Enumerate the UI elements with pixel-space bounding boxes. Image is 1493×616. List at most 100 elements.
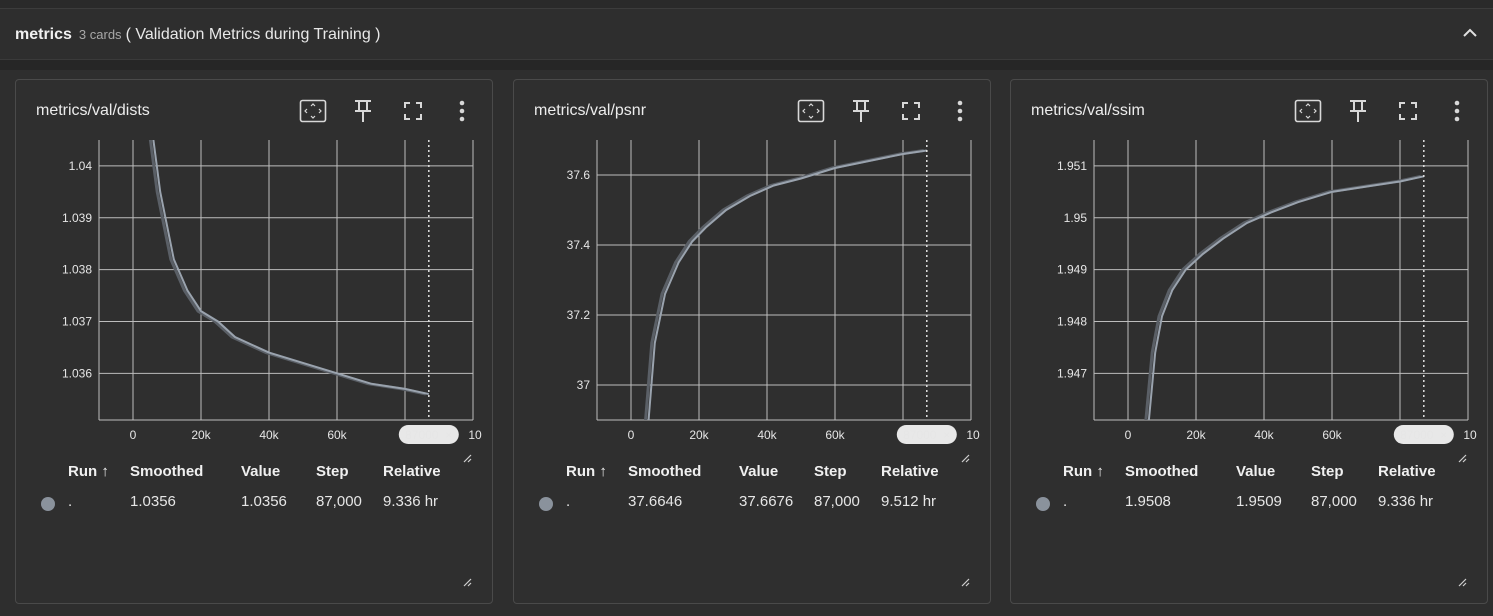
x-tick-label: 0 [628,428,635,442]
card-title: metrics/val/psnr [534,102,647,119]
x-tick-label: 20k [689,428,709,442]
x-tick-label-clipped: 10 [966,428,980,442]
series-line [152,140,430,396]
line-chart[interactable]: 1.9511.951.9491.9481.947020k40k60k810870… [1011,135,1489,460]
y-tick-label: 1.04 [69,159,93,173]
resize-handle-icon[interactable] [463,450,472,463]
x-tick-label-clipped: 10 [1463,428,1477,442]
table-header[interactable]: Run ↑ [566,463,607,480]
table-cell-smoothed: 1.0356 [130,493,176,510]
x-tick-label: 0 [1125,428,1132,442]
step-marker-label: 87000 [405,428,439,442]
y-tick-label: 37 [577,378,591,392]
table-header[interactable]: Step [316,463,349,480]
resize-handle-icon[interactable] [1458,574,1467,587]
step-marker-label: 87000 [1400,428,1434,442]
y-tick-label: 1.038 [62,263,92,277]
y-tick-label: 1.947 [1057,366,1087,380]
fullscreen-icon[interactable] [1393,96,1423,126]
fullscreen-icon[interactable] [398,96,428,126]
card-title: metrics/val/ssim [1031,102,1145,119]
table-cell-step: 87,000 [814,493,860,510]
y-tick-label: 1.951 [1057,159,1087,173]
close-icon[interactable]: × [445,428,452,442]
table-header[interactable]: Smoothed [130,463,203,480]
card-group-header: metrics 3 cards ( Validation Metrics dur… [0,10,1493,60]
fit-domain-icon[interactable] [1293,96,1323,126]
more-vert-icon[interactable] [447,96,477,126]
table-cell-step: 87,000 [1311,493,1357,510]
step-marker-label: 87000 [903,428,937,442]
table-header[interactable]: Relative [383,463,441,480]
table-header[interactable]: Run ↑ [68,463,109,480]
run-color-dot[interactable] [1036,497,1050,511]
table-header[interactable]: Value [1236,463,1275,480]
scalar-card: metrics/val/dists 1.04 1.039 1.038 1.037 1.03… [15,79,493,604]
table-header[interactable]: Smoothed [628,463,701,480]
close-icon[interactable]: × [943,428,950,442]
resize-handle-icon[interactable] [961,574,970,587]
table-header[interactable]: Run ↑ [1063,463,1104,480]
line-chart[interactable]: 1.041.0391.0381.0371.036020k40k60k810870… [16,135,494,460]
series-line [1147,175,1425,420]
pin-icon[interactable] [348,96,378,126]
x-tick-label: 20k [1186,428,1206,442]
x-tick-label: 40k [259,428,279,442]
table-cell-value: 1.9509 [1236,493,1282,510]
table-cell-step: 87,000 [316,493,362,510]
series-line [647,149,927,420]
x-tick-label: 60k [825,428,845,442]
table-cell-relative: 9.336 hr [383,493,439,510]
table-cell-smoothed: 37.6646 [628,493,683,510]
group-separator [0,60,1493,70]
fit-domain-icon[interactable] [796,96,826,126]
resize-handle-icon[interactable] [961,450,970,463]
y-tick-label: 37.2 [567,308,591,322]
table-header[interactable]: Smoothed [1125,463,1198,480]
table-header[interactable]: Relative [881,463,939,480]
y-tick-label: 37.6 [567,168,591,182]
group-card-count: 3 cards [78,27,122,42]
table-header[interactable]: Step [814,463,847,480]
line-chart[interactable]: 37.637.437.237020k40k60k81087000× [514,135,992,460]
fit-domain-icon[interactable] [298,96,328,126]
pin-icon[interactable] [846,96,876,126]
table-cell-run: . [68,493,73,510]
run-color-dot[interactable] [539,497,553,511]
x-tick-label: 60k [327,428,347,442]
y-tick-label: 1.036 [62,366,92,380]
close-icon[interactable]: × [1440,428,1447,442]
fullscreen-icon[interactable] [896,96,926,126]
table-cell-run: . [1063,493,1068,510]
resize-handle-icon[interactable] [463,574,472,587]
group-name: metrics [15,25,72,43]
y-tick-label: 1.948 [1057,314,1087,328]
table-cell-relative: 9.336 hr [1378,493,1434,510]
x-tick-label: 40k [1254,428,1274,442]
resize-handle-icon[interactable] [1458,450,1467,463]
more-vert-icon[interactable] [1442,96,1472,126]
more-vert-icon[interactable] [945,96,975,126]
x-tick-label: 40k [757,428,777,442]
series-line-raw [644,149,925,420]
y-tick-label: 1.95 [1064,211,1088,225]
table-cell-run: . [566,493,571,510]
y-tick-label: 1.949 [1057,263,1087,277]
table-header[interactable]: Relative [1378,463,1436,480]
scalar-card: metrics/val/ssim 1.951 1.95 1.949 1.948 1.947… [1010,79,1488,604]
chevron-up-icon[interactable] [1459,22,1481,44]
table-header[interactable]: Step [1311,463,1344,480]
y-tick-label: 1.039 [62,211,92,225]
scalar-card: metrics/val/psnr 37.6 37.4 37.2 37 0 20k 40k 60k… [513,79,991,604]
x-tick-label: 0 [130,428,137,442]
card-title: metrics/val/dists [36,102,150,119]
pin-icon[interactable] [1343,96,1373,126]
run-color-dot[interactable] [41,497,55,511]
x-tick-label: 20k [191,428,211,442]
top-divider [0,0,1493,9]
y-tick-label: 37.4 [567,238,591,252]
series-line-raw [1144,174,1422,420]
table-header[interactable]: Value [739,463,778,480]
table-cell-relative: 9.512 hr [881,493,937,510]
table-header[interactable]: Value [241,463,280,480]
